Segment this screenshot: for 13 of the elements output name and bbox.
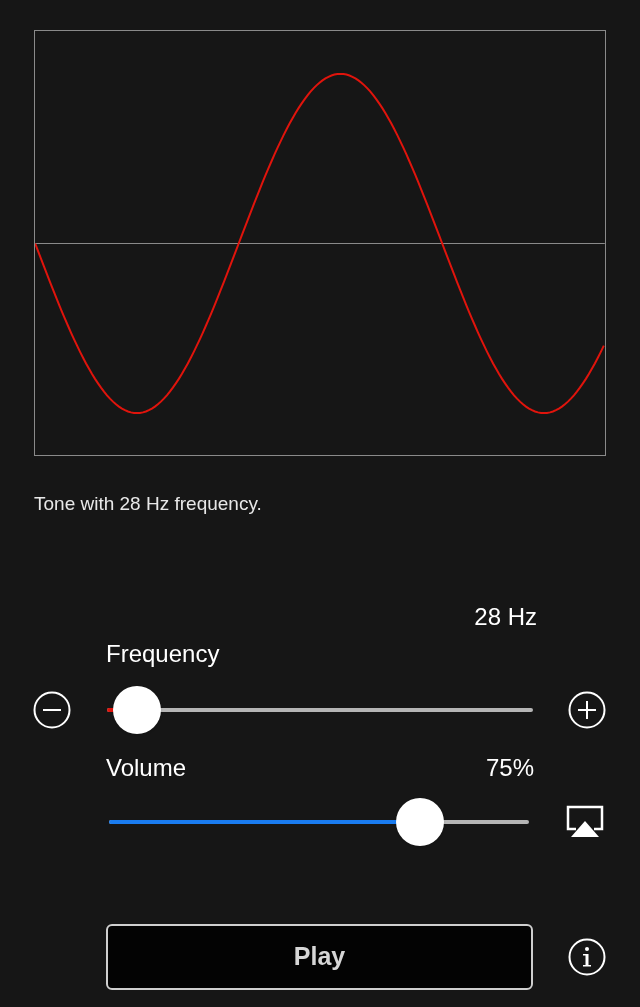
caption: Tone with 28 Hz frequency. — [34, 492, 263, 516]
slider-thumb[interactable] — [113, 685, 161, 734]
plus-icon[interactable] — [568, 690, 606, 729]
airplay-icon[interactable] — [566, 804, 604, 839]
info-icon[interactable] — [568, 937, 606, 976]
frequency-reading: 28 Hz — [474, 601, 537, 632]
frequency-slider[interactable] — [107, 685, 533, 734]
play-button[interactable]: Play — [106, 923, 533, 990]
frequency-label: Frequency — [106, 638, 221, 669]
minus-icon[interactable] — [33, 690, 71, 729]
volume-slider[interactable] — [109, 797, 529, 846]
volume-reading: 75% — [485, 752, 534, 783]
volume-label: Volume — [106, 752, 187, 783]
